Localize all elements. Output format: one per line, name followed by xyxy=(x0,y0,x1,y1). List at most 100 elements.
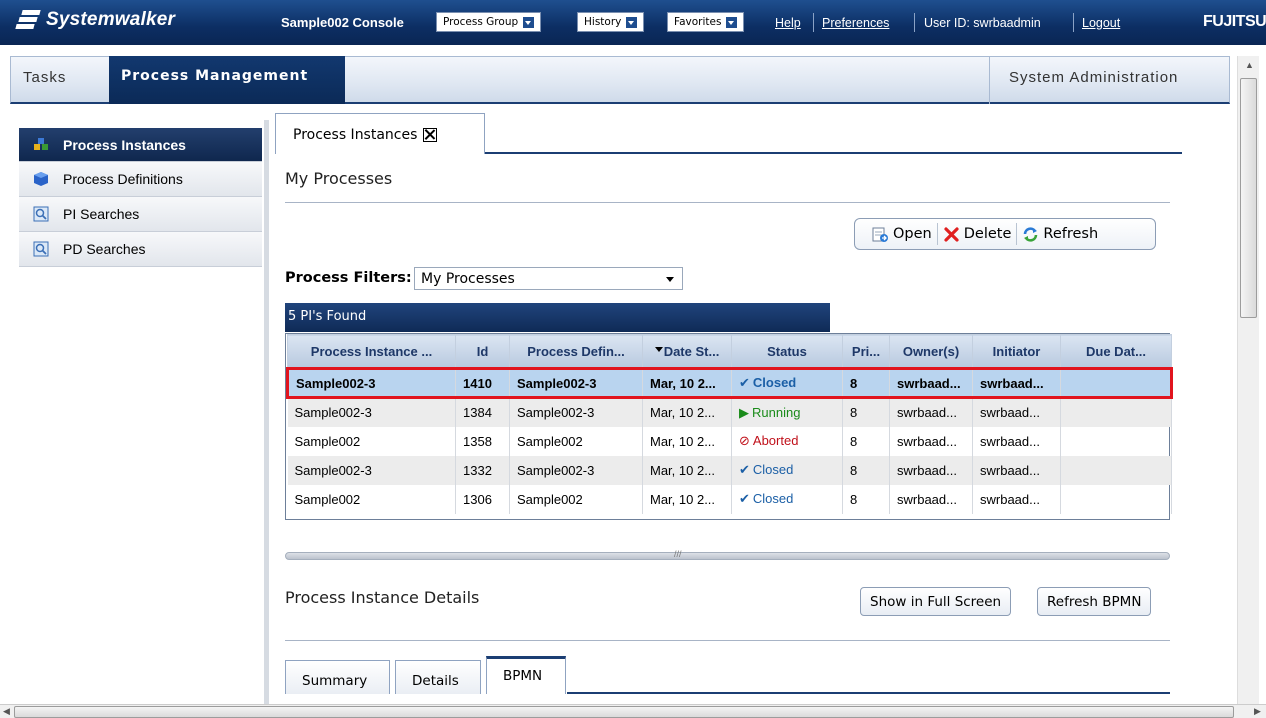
delete-button[interactable]: Delete xyxy=(938,226,1017,243)
column-header-date-started[interactable]: Date St... xyxy=(642,334,732,369)
process-definitions-icon xyxy=(34,172,48,186)
systemwalker-logo-icon xyxy=(15,9,42,31)
cell-owner: swrbaad... xyxy=(889,426,973,456)
panel-tab-label: Process Instances xyxy=(293,127,418,143)
refresh-button[interactable]: Refresh xyxy=(1017,226,1103,243)
column-header-priority[interactable]: Pri... xyxy=(842,334,890,369)
column-header-owners[interactable]: Owner(s) xyxy=(889,334,973,369)
table-row[interactable]: Sample002 1358 Sample002 Mar, 10 2... ⊘ A… xyxy=(287,426,1172,456)
preferences-link[interactable]: Preferences xyxy=(822,16,889,30)
process-filters-label: Process Filters: xyxy=(285,270,412,286)
cell-due xyxy=(1060,455,1172,485)
header-divider xyxy=(813,13,814,32)
checkmark-icon: ✔ xyxy=(739,462,750,477)
table-header-row: Process Instance ... Id Process Defin...… xyxy=(287,334,1172,369)
delete-icon xyxy=(944,226,959,242)
cell-initiator: swrbaad... xyxy=(972,397,1061,427)
cell-owner: swrbaad... xyxy=(889,397,973,427)
favorites-menu[interactable]: Favorites xyxy=(667,12,745,32)
header-divider xyxy=(914,13,915,32)
favorites-menu-label: Favorites xyxy=(674,16,722,28)
logout-link[interactable]: Logout xyxy=(1082,16,1120,30)
table-row[interactable]: Sample002-3 1410 Sample002-3 Mar, 10 2..… xyxy=(286,367,1173,399)
scroll-right-icon[interactable]: ▶ xyxy=(1254,706,1261,717)
vertical-scroll-thumb[interactable] xyxy=(1240,78,1257,318)
column-header-initiator[interactable]: Initiator xyxy=(972,334,1061,369)
scroll-up-icon[interactable]: ▲ xyxy=(1245,60,1254,70)
grip-icon: /// xyxy=(674,549,682,559)
column-header-id[interactable]: Id xyxy=(455,334,510,369)
tab-underline xyxy=(567,692,1170,694)
cell-date: Mar, 10 2... xyxy=(642,367,732,399)
tab-process-management[interactable]: Process Management xyxy=(109,56,345,104)
refresh-bpmn-button[interactable]: Refresh BPMN xyxy=(1037,587,1152,616)
cell-priority: 8 xyxy=(842,397,890,427)
tab-process-instances[interactable]: Process Instances xyxy=(275,113,485,154)
sidebar-item-pi-searches[interactable]: PI Searches xyxy=(19,197,262,232)
aborted-icon: ⊘ xyxy=(739,433,750,448)
results-count: 5 PI's Found xyxy=(288,309,367,324)
tab-underline xyxy=(485,152,1182,154)
process-filter-select[interactable]: My Processes xyxy=(414,267,683,290)
primary-tab-bar: Tasks Process Management System Administ… xyxy=(10,56,1230,104)
open-button[interactable]: Open xyxy=(867,226,937,243)
process-filter-value: My Processes xyxy=(421,271,515,287)
cell-due xyxy=(1060,426,1172,456)
details-section-title: Process Instance Details xyxy=(285,588,480,607)
show-full-screen-button[interactable]: Show in Full Screen xyxy=(860,587,1012,616)
panel-splitter[interactable]: /// xyxy=(285,549,1170,560)
tab-details[interactable]: Details xyxy=(395,660,481,694)
cell-date: Mar, 10 2... xyxy=(642,455,732,485)
cell-instance: Sample002-3 xyxy=(287,455,456,485)
cell-id: 1332 xyxy=(455,455,510,485)
process-group-menu-label: Process Group xyxy=(443,16,519,28)
cell-status: ✔ Closed xyxy=(731,455,843,485)
column-header-status[interactable]: Status xyxy=(731,334,843,369)
tab-bpmn[interactable]: BPMN xyxy=(486,656,566,694)
cell-owner: swrbaad... xyxy=(889,367,973,399)
scroll-left-icon[interactable]: ◀ xyxy=(3,706,10,717)
history-menu[interactable]: History xyxy=(577,12,645,32)
vertical-scrollbar[interactable]: ▲ xyxy=(1237,56,1259,704)
sidebar-collapse-handle[interactable] xyxy=(264,120,269,710)
tab-summary[interactable]: Summary xyxy=(285,660,390,694)
cell-instance: Sample002 xyxy=(287,484,456,514)
delete-label: Delete xyxy=(963,226,1012,242)
tab-tasks[interactable]: Tasks xyxy=(23,69,66,86)
search-icon xyxy=(33,241,49,257)
play-icon: ▶ xyxy=(739,404,749,420)
close-icon[interactable] xyxy=(423,128,438,142)
chevron-down-icon xyxy=(726,16,738,28)
cell-date: Mar, 10 2... xyxy=(642,426,732,456)
cell-owner: swrbaad... xyxy=(889,484,973,514)
process-group-menu[interactable]: Process Group xyxy=(436,12,542,32)
column-header-process-instance[interactable]: Process Instance ... xyxy=(287,334,456,369)
cell-id: 1384 xyxy=(455,397,510,427)
sidebar-item-process-definitions[interactable]: Process Definitions xyxy=(19,162,262,197)
help-link[interactable]: Help xyxy=(775,16,801,30)
console-title: Sample002 Console xyxy=(281,15,404,30)
table-row[interactable]: Sample002 1306 Sample002 Mar, 10 2... ✔ C… xyxy=(287,484,1172,514)
horizontal-scroll-thumb[interactable] xyxy=(14,706,1234,718)
column-header-due-date[interactable]: Due Dat... xyxy=(1060,334,1172,369)
column-header-process-definition[interactable]: Process Defin... xyxy=(509,334,643,369)
sidebar-item-label: PI Searches xyxy=(63,206,140,222)
checkmark-icon: ✔ xyxy=(739,491,750,506)
tab-system-administration[interactable]: System Administration xyxy=(989,56,1231,104)
table-row[interactable]: Sample002-3 1384 Sample002-3 Mar, 10 2..… xyxy=(287,397,1172,427)
process-instances-icon xyxy=(34,138,48,150)
cell-definition: Sample002-3 xyxy=(509,455,643,485)
cell-status: ⊘ Aborted xyxy=(731,426,843,456)
brand-name: Systemwalker xyxy=(46,9,176,30)
cell-instance: Sample002 xyxy=(287,426,456,456)
table-row[interactable]: Sample002-3 1332 Sample002-3 Mar, 10 2..… xyxy=(287,455,1172,485)
sidebar-item-process-instances[interactable]: Process Instances xyxy=(19,128,262,162)
sidebar-item-pd-searches[interactable]: PD Searches xyxy=(19,232,262,267)
cell-priority: 8 xyxy=(842,367,890,399)
cell-initiator: swrbaad... xyxy=(972,367,1061,399)
header-divider xyxy=(1073,13,1074,32)
horizontal-scrollbar[interactable]: ◀ ▶ xyxy=(0,704,1266,718)
cell-initiator: swrbaad... xyxy=(972,455,1061,485)
cell-definition: Sample002-3 xyxy=(509,367,643,399)
cell-id: 1358 xyxy=(455,426,510,456)
